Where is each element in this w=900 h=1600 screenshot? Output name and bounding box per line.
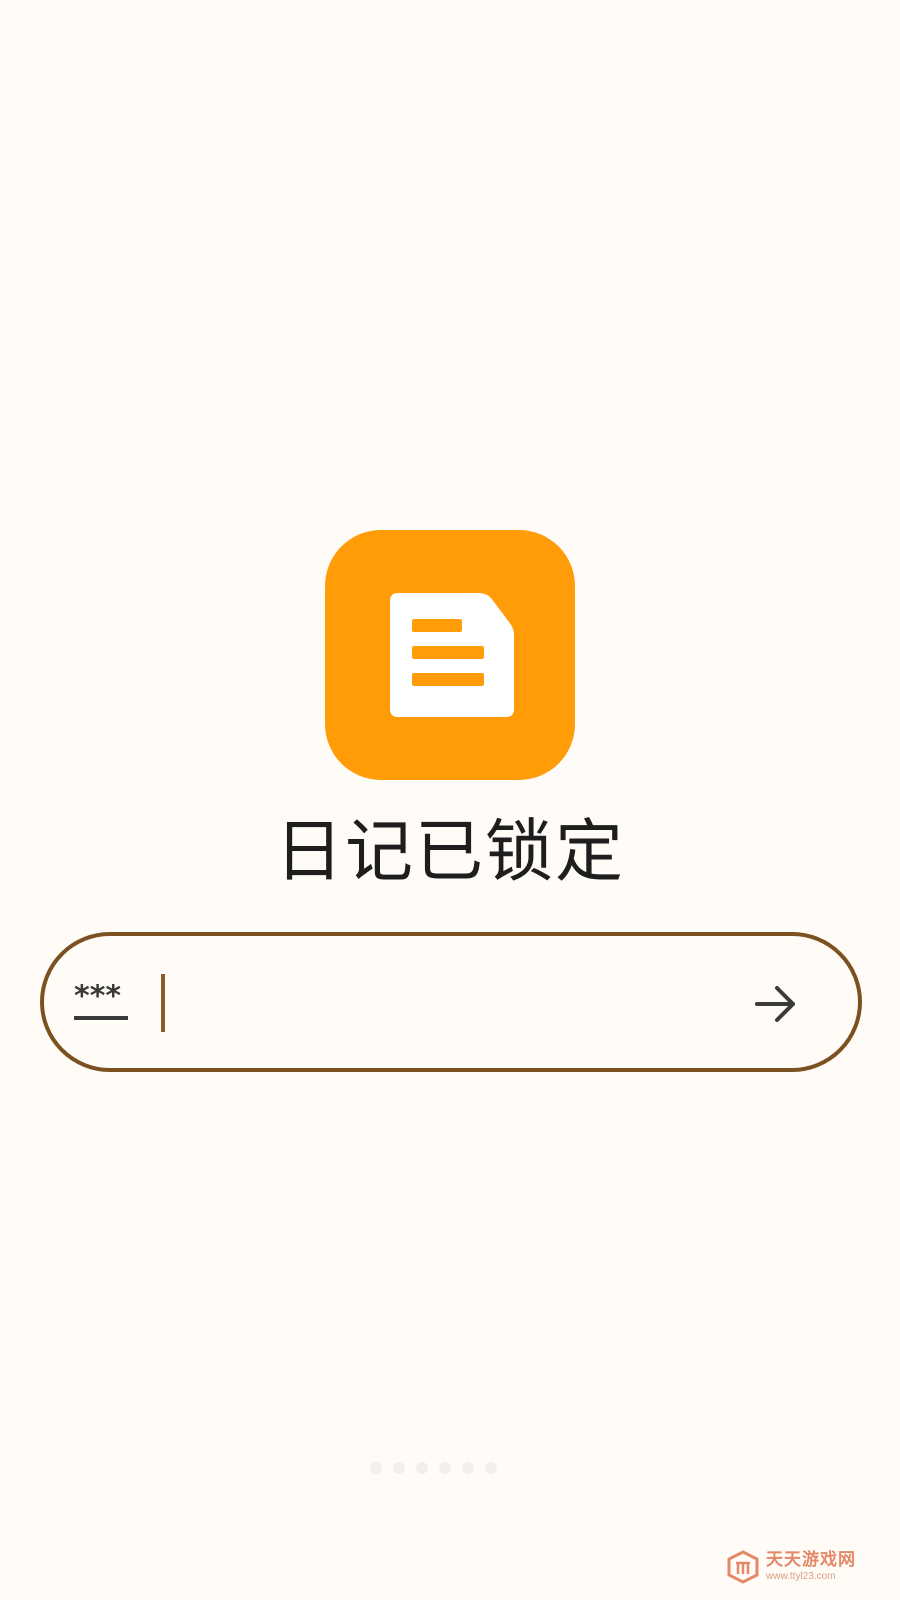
page-indicator	[370, 1462, 497, 1474]
diary-document-icon	[390, 593, 514, 717]
page-dot	[462, 1462, 474, 1474]
watermark-text: 天天游戏网	[766, 1550, 856, 1570]
page-dot	[393, 1462, 405, 1474]
watermark: 天天游戏网 www.ttyl23.com	[726, 1546, 876, 1588]
watermark-logo-icon	[727, 1550, 759, 1584]
page-dot	[416, 1462, 428, 1474]
page-dot	[370, 1462, 382, 1474]
password-bar: ***	[40, 932, 862, 1072]
submit-button[interactable]	[746, 974, 806, 1034]
lock-title: 日记已锁定	[274, 813, 625, 892]
password-dots-icon: ***	[74, 984, 132, 1022]
password-input[interactable]	[159, 970, 719, 1034]
page-dot	[485, 1462, 497, 1474]
svg-text:***: ***	[74, 984, 121, 1014]
arrow-right-icon	[755, 986, 795, 1022]
watermark-url: www.ttyl23.com	[766, 1571, 836, 1582]
diary-app-icon	[325, 530, 575, 780]
page-dot	[439, 1462, 451, 1474]
text-caret	[161, 974, 165, 1032]
